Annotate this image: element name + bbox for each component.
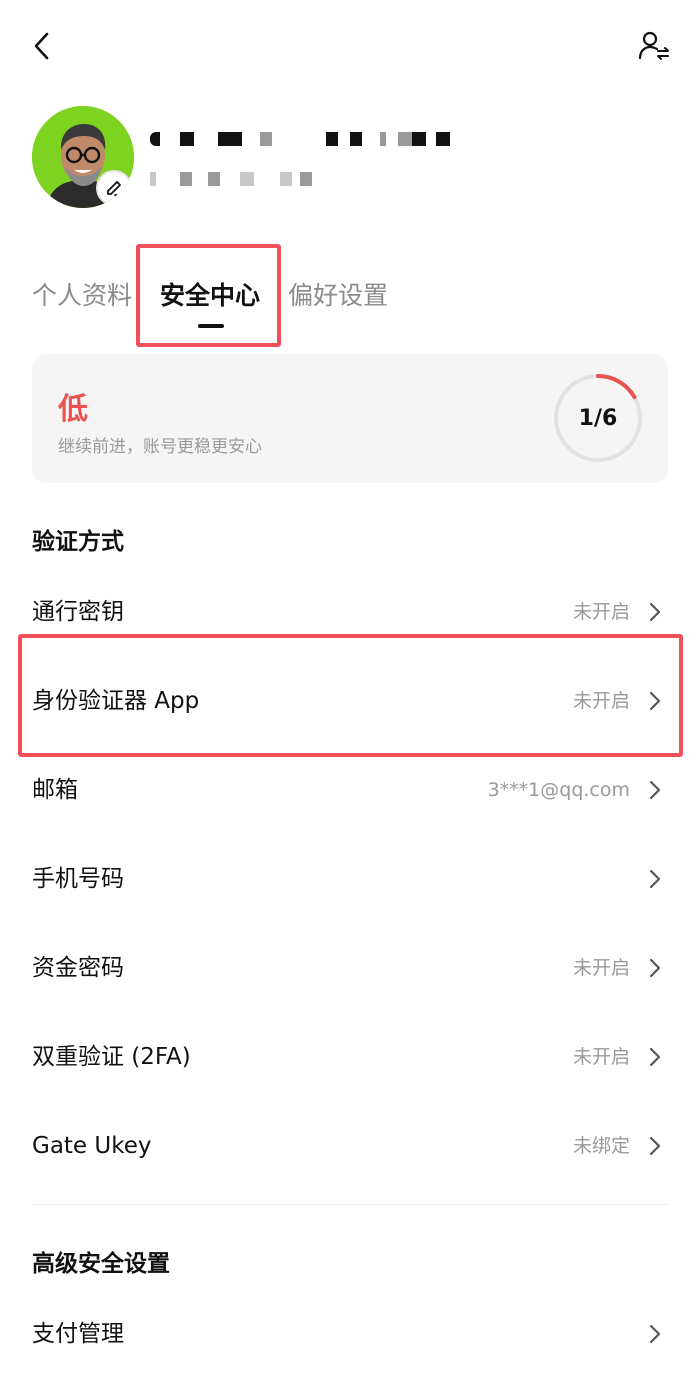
chevron-right-icon [649, 1136, 661, 1156]
chevron-right-icon [649, 958, 661, 978]
row-label: 邮箱 [32, 777, 78, 803]
security-level-subtitle: 继续前进，账号更稳更安心 [58, 437, 262, 457]
username-redacted [150, 132, 460, 146]
chevron-right-icon [649, 602, 661, 622]
row-phone[interactable]: 手机号码 [0, 836, 700, 922]
highlight-box-tab [136, 244, 281, 347]
edit-avatar-button[interactable] [96, 170, 132, 206]
back-arrow-icon[interactable] [28, 28, 60, 64]
profile-header [32, 106, 672, 210]
row-status: 未开启 [572, 957, 630, 979]
chevron-right-icon [649, 780, 661, 800]
row-fund-password[interactable]: 资金密码 未开启 [0, 925, 700, 1011]
uid-redacted [150, 172, 350, 186]
row-gate-ukey[interactable]: Gate Ukey 未绑定 [0, 1103, 700, 1189]
row-status: 3***1@qq.com [487, 779, 630, 801]
row-status: 未开启 [572, 1046, 630, 1068]
top-bar [0, 0, 700, 90]
row-payment-management[interactable]: 支付管理 [0, 1291, 700, 1377]
advanced-section-title: 高级安全设置 [32, 1251, 170, 1277]
security-level-value: 低 [58, 392, 88, 427]
row-2fa[interactable]: 双重验证 (2FA) 未开启 [0, 1014, 700, 1100]
avatar[interactable] [32, 106, 134, 208]
edit-pencil-icon [107, 181, 122, 196]
row-label: 资金密码 [32, 955, 124, 981]
security-level-card: 低 继续前进，账号更稳更安心 1/6 [32, 354, 668, 483]
row-label: 支付管理 [32, 1321, 124, 1347]
chevron-right-icon [649, 869, 661, 889]
highlight-box-authenticator-row [18, 634, 683, 757]
row-label: 双重验证 (2FA) [32, 1044, 191, 1070]
chevron-right-icon [649, 1324, 661, 1344]
row-email[interactable]: 邮箱 3***1@qq.com [0, 747, 700, 833]
tab-personal-info[interactable]: 个人资料 [32, 276, 132, 312]
security-progress-text: 1/6 [578, 405, 618, 431]
chevron-right-icon [649, 1047, 661, 1067]
profile-tabs: 个人资料 安全中心 偏好设置 [32, 262, 672, 332]
tab-preferences[interactable]: 偏好设置 [288, 276, 388, 312]
section-divider [32, 1204, 668, 1205]
verification-section-title: 验证方式 [32, 529, 124, 555]
row-label: 手机号码 [32, 866, 124, 892]
row-label: Gate Ukey [32, 1133, 152, 1159]
switch-account-icon[interactable] [634, 28, 674, 64]
row-status: 未绑定 [572, 1135, 630, 1157]
